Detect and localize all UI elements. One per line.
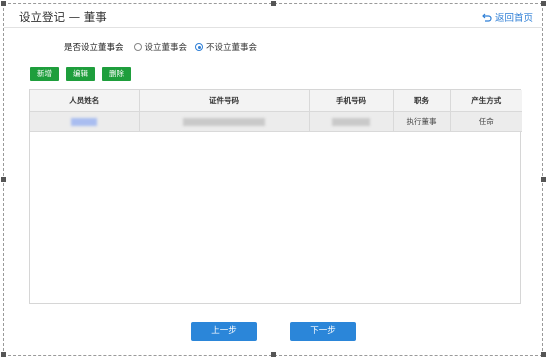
board-choice-row: 是否设立董事会 设立董事会 不设立董事会 <box>64 41 265 53</box>
column-header-id-number[interactable]: 证件号码 <box>139 90 310 112</box>
column-header-method[interactable]: 产生方式 <box>450 90 522 112</box>
cell-phone <box>309 111 394 132</box>
redacted-name <box>71 117 98 126</box>
edit-button[interactable]: 编辑 <box>66 67 95 81</box>
column-header-phone[interactable]: 手机号码 <box>309 90 394 112</box>
radio-label-set-up-board: 设立董事会 <box>144 43 188 53</box>
resize-handle-right[interactable] <box>541 177 546 182</box>
column-header-name[interactable]: 人员姓名 <box>30 90 140 112</box>
cell-id-number <box>139 111 310 132</box>
back-home-link[interactable]: 返回首页 <box>482 10 533 24</box>
resize-handle-bottom-left[interactable] <box>1 352 6 357</box>
cell-method: 任命 <box>450 111 522 132</box>
redacted-id-number <box>183 117 265 126</box>
prev-step-button[interactable]: 上一步 <box>191 322 257 341</box>
resize-handle-bottom[interactable] <box>271 352 276 357</box>
radio-no-board[interactable]: 不设立董事会 <box>195 41 257 53</box>
toolbar: 新增 编辑 删除 <box>30 67 131 81</box>
next-step-button[interactable]: 下一步 <box>290 322 356 341</box>
radio-label-no-board: 不设立董事会 <box>206 43 258 53</box>
cell-name <box>30 111 140 132</box>
footer-nav: 上一步 下一步 <box>0 322 547 341</box>
radio-unchecked-icon[interactable] <box>133 43 142 51</box>
table-header-row: 人员姓名 证件号码 手机号码 职务 产生方式 <box>30 90 522 112</box>
board-question-label: 是否设立董事会 <box>64 43 124 53</box>
page-title: 设立登记 — 董事 <box>19 10 107 24</box>
redacted-phone <box>332 117 370 126</box>
resize-handle-left[interactable] <box>1 177 6 182</box>
resize-handle-bottom-right[interactable] <box>541 352 546 357</box>
delete-button[interactable]: 删除 <box>102 67 131 81</box>
cell-position: 执行董事 <box>393 111 451 132</box>
back-home-label: 返回首页 <box>494 13 533 24</box>
radio-set-up-board[interactable]: 设立董事会 <box>133 41 188 53</box>
directors-table: 人员姓名 证件号码 手机号码 职务 产生方式 执行董事 任命 <box>29 89 522 304</box>
return-arrow-icon <box>482 13 492 22</box>
page-header: 设立登记 — 董事 返回首页 <box>4 4 542 28</box>
table-row[interactable]: 执行董事 任命 <box>30 111 522 132</box>
column-header-position[interactable]: 职务 <box>393 90 451 112</box>
radio-checked-icon[interactable] <box>195 43 204 51</box>
add-button[interactable]: 新增 <box>30 67 59 81</box>
